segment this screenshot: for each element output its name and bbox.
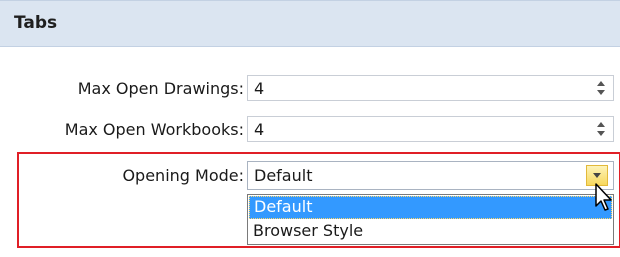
opening-mode-combobox[interactable]: Default (247, 161, 614, 190)
dropdown-option-default[interactable]: Default (249, 196, 612, 219)
max-open-drawings-spinner[interactable]: 4 (247, 75, 614, 101)
spinner-up-icon[interactable] (597, 122, 605, 127)
section-header: Tabs (0, 0, 620, 47)
spinner-down-icon[interactable] (597, 90, 605, 95)
max-open-drawings-label: Max Open Drawings: (77, 79, 244, 98)
max-open-workbooks-value[interactable]: 4 (254, 120, 264, 139)
max-open-workbooks-label: Max Open Workbooks: (64, 120, 244, 139)
spinner-up-icon[interactable] (597, 81, 605, 86)
spinner-down-icon[interactable] (597, 131, 605, 136)
spinner-arrows-icon[interactable] (595, 79, 607, 97)
opening-mode-label: Opening Mode: (122, 166, 244, 185)
section-title: Tabs (14, 13, 58, 33)
max-open-drawings-value[interactable]: 4 (254, 79, 264, 98)
max-open-workbooks-spinner[interactable]: 4 (247, 116, 614, 142)
spinner-arrows-icon[interactable] (595, 120, 607, 138)
opening-mode-dropdown-list[interactable]: Default Browser Style (247, 194, 614, 245)
dropdown-option-browser-style[interactable]: Browser Style (249, 220, 612, 243)
chevron-down-icon[interactable] (593, 173, 601, 178)
mouse-pointer-icon (595, 183, 612, 211)
opening-mode-value[interactable]: Default (254, 166, 312, 185)
